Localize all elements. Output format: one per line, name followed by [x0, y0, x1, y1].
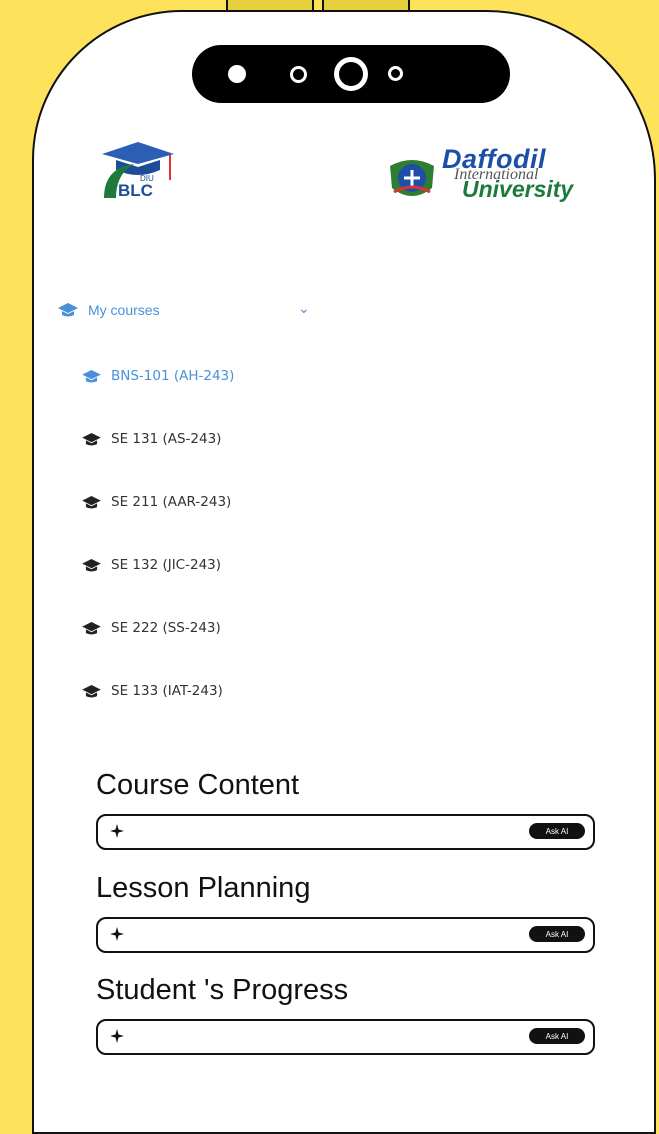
graduation-cap-icon — [82, 432, 101, 446]
blc-logo[interactable]: DIU BLC — [94, 130, 180, 202]
university-wordmark: University — [462, 176, 574, 202]
camera-dot-icon — [228, 65, 246, 83]
graduation-cap-icon — [58, 303, 78, 317]
graduation-cap-icon — [82, 684, 101, 698]
course-label: SE 222 (SS-243) — [111, 620, 221, 636]
graduation-cap-icon — [82, 558, 101, 572]
my-courses-label: My courses — [88, 302, 160, 318]
dynamic-island — [192, 45, 510, 103]
course-item[interactable]: SE 133 (IAT-243) — [82, 683, 223, 699]
university-crest-icon — [390, 160, 434, 196]
sensor-dot-icon — [388, 66, 403, 81]
course-label: SE 132 (JIC-243) — [111, 557, 222, 573]
camera-ring-icon — [334, 57, 368, 91]
graduation-cap-logo-icon: DIU BLC — [102, 142, 174, 200]
daffodil-university-logo[interactable]: Daffodil International University — [384, 144, 610, 212]
sparkle-icon — [110, 1029, 124, 1043]
course-item[interactable]: SE 131 (AS-243) — [82, 431, 221, 447]
ask-ai-input[interactable]: Ask AI — [96, 814, 595, 850]
course-item[interactable]: SE 132 (JIC-243) — [82, 557, 221, 573]
course-label: SE 211 (AAR-243) — [111, 494, 232, 510]
my-courses-toggle[interactable]: My courses ⌄ — [58, 300, 310, 318]
ask-ai-input[interactable]: Ask AI — [96, 1019, 595, 1055]
chevron-down-icon[interactable]: ⌄ — [298, 300, 310, 317]
sensor-dot-icon — [290, 66, 307, 83]
section-title: Lesson Planning — [96, 872, 311, 904]
course-label: SE 133 (IAT-243) — [111, 683, 223, 699]
sparkle-icon — [110, 824, 124, 838]
svg-text:BLC: BLC — [118, 181, 153, 200]
ask-ai-button[interactable]: Ask AI — [529, 926, 585, 942]
sparkle-icon — [110, 927, 124, 941]
section-title: Student 's Progress — [96, 974, 349, 1006]
section-title: Course Content — [96, 769, 300, 801]
course-item[interactable]: SE 211 (AAR-243) — [82, 494, 231, 510]
ask-ai-button[interactable]: Ask AI — [529, 823, 585, 839]
ask-ai-input[interactable]: Ask AI — [96, 917, 595, 953]
course-label: BNS-101 (AH-243) — [111, 368, 235, 384]
graduation-cap-icon — [82, 369, 101, 383]
course-item[interactable]: BNS-101 (AH-243) — [82, 368, 234, 384]
phone-frame: DIU BLC Daffodil International Universit… — [32, 10, 656, 1134]
ask-ai-button[interactable]: Ask AI — [529, 1028, 585, 1044]
course-label: SE 131 (AS-243) — [111, 431, 222, 447]
graduation-cap-icon — [82, 621, 101, 635]
graduation-cap-icon — [82, 495, 101, 509]
course-item[interactable]: SE 222 (SS-243) — [82, 620, 221, 636]
